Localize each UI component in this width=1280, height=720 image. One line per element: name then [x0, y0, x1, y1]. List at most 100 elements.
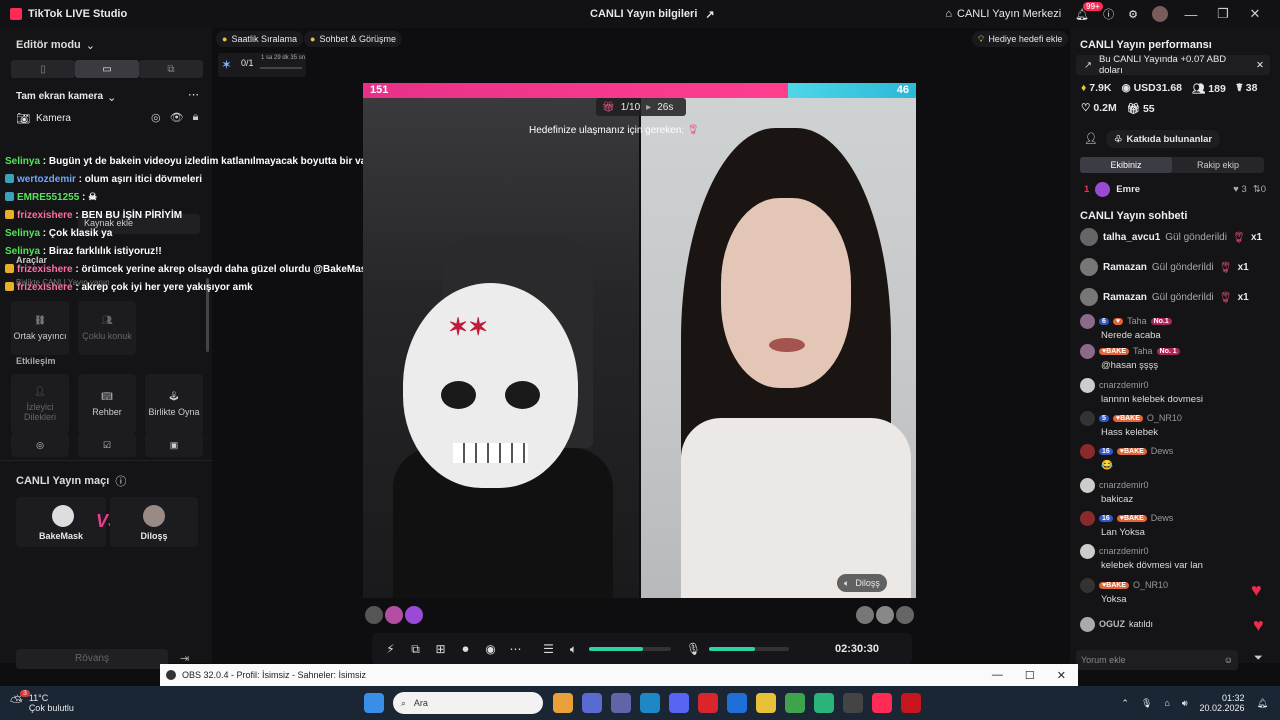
chat-message[interactable]: cnarzdemir0 kelebek dövmesi var lan: [1080, 543, 1270, 571]
chat-call-chip[interactable]: ● Sohbet & Görüşme: [304, 31, 402, 47]
gear-icon[interactable]: ⚙: [1128, 8, 1138, 21]
camera-switch-icon[interactable]: ◉: [478, 642, 503, 656]
supporter-avatar[interactable]: [896, 606, 914, 624]
portrait-mode-button[interactable]: ▯: [11, 60, 75, 78]
chat-message[interactable]: cnarzdemir0 bakicaz: [1080, 477, 1270, 505]
lock-icon[interactable]: 🔒︎: [193, 111, 199, 124]
more-icon[interactable]: ⋯: [503, 642, 528, 656]
notifications-button[interactable]: 🔔︎ 99+: [1075, 1, 1103, 21]
chrome-icon[interactable]: [552, 693, 573, 713]
screen-share-icon[interactable]: ⧉: [403, 642, 428, 657]
magic-wand-icon[interactable]: ⚡︎: [378, 642, 403, 656]
supporter-avatar[interactable]: [405, 606, 423, 624]
tool-item[interactable]: ☑: [78, 433, 136, 457]
opera-icon[interactable]: [697, 693, 718, 713]
chat-message[interactable]: OGUZ katıldı: [1080, 616, 1270, 632]
discord-icon[interactable]: [668, 693, 689, 713]
weather-widget[interactable]: ⛅︎ 3 11°C Çok bulutlu: [10, 690, 74, 713]
clock[interactable]: 01:32 20.02.2026: [1200, 693, 1245, 713]
profile-avatar[interactable]: [1152, 6, 1168, 22]
chevron-up-icon[interactable]: ⌃: [1121, 698, 1129, 709]
obs-minimize-button[interactable]: —: [992, 669, 1003, 682]
rematch-button[interactable]: Rövanş: [16, 649, 168, 669]
mail-icon[interactable]: [726, 693, 747, 713]
maximize-button[interactable]: ❐: [1214, 6, 1232, 22]
player2-card[interactable]: Diloşş: [110, 497, 198, 547]
tool-item[interactable]: ▣: [145, 433, 203, 457]
tool-item[interactable]: ◎: [11, 433, 69, 457]
supporter-avatar[interactable]: [385, 606, 403, 624]
close-icon[interactable]: ✕: [1256, 60, 1264, 71]
volume-slider[interactable]: [589, 647, 671, 651]
volume-icon[interactable]: 🔊︎: [1182, 698, 1188, 709]
filter-icon[interactable]: ⏷: [1254, 652, 1263, 665]
close-button[interactable]: ✕: [1246, 6, 1264, 22]
play-together-tool[interactable]: 🕹︎ Birlikte Oyna: [145, 374, 203, 434]
teams-icon[interactable]: [610, 693, 631, 713]
record-icon[interactable]: ⏺: [453, 642, 478, 657]
microphone-icon[interactable]: 🎙︎: [1141, 698, 1152, 709]
goal-progress-widget[interactable]: ✶ 0/1 1 sa 29 dk 35 sn: [218, 53, 306, 77]
settings-sliders-icon[interactable]: ☰: [536, 642, 561, 656]
live-center-button[interactable]: ⌂ CANLI Yayın Merkezi: [945, 8, 1061, 20]
target-icon[interactable]: ◎: [151, 111, 161, 124]
editor-mode-dropdown[interactable]: Editör modu ⌄: [16, 39, 95, 52]
obs-window-bar[interactable]: OBS 32.0.4 - Profil: İsimsiz - Sahneler:…: [160, 664, 1078, 686]
split-mode-button[interactable]: ⧉: [139, 60, 203, 78]
gift-goal-chip[interactable]: 💡︎ Hediye hedefi ekle: [972, 31, 1069, 47]
more-icon[interactable]: ⋯: [188, 88, 199, 101]
tiktok-icon[interactable]: [871, 693, 892, 713]
tab-your-team[interactable]: Ekibiniz: [1080, 157, 1172, 173]
app-icon[interactable]: [813, 693, 834, 713]
notifications-icon[interactable]: 🔔︎: [1257, 698, 1268, 709]
store-icon[interactable]: [581, 693, 602, 713]
folder-icon[interactable]: [755, 693, 776, 713]
windows-start-icon[interactable]: [363, 693, 384, 713]
chat-message[interactable]: 16 ♥BAKE Dews Lan Yoksa: [1080, 510, 1270, 538]
chat-message[interactable]: ♥BAKE O_NR10 Yoksa: [1080, 577, 1270, 605]
chat-message[interactable]: 5 ♥BAKE O_NR10 Hass kelebek: [1080, 410, 1270, 438]
microphone-icon[interactable]: 🎙︎: [681, 642, 706, 656]
help-icon[interactable]: ⓘ: [115, 473, 126, 489]
edge-icon[interactable]: [639, 693, 660, 713]
supporter-avatar[interactable]: [856, 606, 874, 624]
guide-tool[interactable]: 📖︎ Rehber: [78, 374, 136, 434]
chat-message[interactable]: 16 ♥BAKE Dews 😂: [1080, 443, 1270, 471]
speaker-icon[interactable]: 🔈︎: [561, 642, 586, 657]
eye-icon[interactable]: 👁︎: [170, 111, 184, 124]
obs-close-button[interactable]: ✕: [1057, 669, 1066, 682]
help-icon[interactable]: ⓘ: [1103, 6, 1114, 22]
emoji-icon[interactable]: ☺: [1224, 655, 1233, 665]
chrome-profile-icon[interactable]: [784, 693, 805, 713]
chat-message[interactable]: cnarzdemir0 lannnn kelebek dovmesi: [1080, 377, 1270, 405]
minimize-button[interactable]: —: [1182, 7, 1200, 22]
obs-maximize-button[interactable]: ☐: [1025, 669, 1035, 682]
supporter-avatar[interactable]: [876, 606, 894, 624]
network-icon[interactable]: ⌂: [1164, 698, 1169, 708]
scene-dropdown[interactable]: Tam ekran kamera ⌄: [16, 91, 116, 104]
multi-guest-tool[interactable]: 👥︎ Çoklu konuk: [78, 301, 136, 355]
guest-name-tag[interactable]: 🔈︎ Diloşş: [837, 574, 887, 592]
obs-icon[interactable]: [842, 693, 863, 713]
add-user-icon[interactable]: 👤︎: [1084, 132, 1098, 145]
chat-message[interactable]: 6 ♥ Taha No.1 Nerede acaba: [1080, 313, 1270, 341]
taskbar-search[interactable]: ⌕ Ara: [392, 692, 543, 714]
comment-input[interactable]: Yorum ekle ☺: [1076, 650, 1238, 670]
rank-hearts: 3: [1241, 184, 1247, 195]
tab-rival-team[interactable]: Rakip ekip: [1172, 157, 1264, 173]
cohost-tool[interactable]: ⛓ Ortak yayıncı: [11, 301, 69, 355]
camera-source[interactable]: 📷︎ Kamera: [16, 112, 71, 125]
stream-info-title[interactable]: CANLI Yayın bilgileri ↗: [590, 8, 715, 21]
contributors-button[interactable]: ♧ Katkıda bulunanlar: [1106, 130, 1221, 148]
player1-card[interactable]: BakeMask: [16, 497, 106, 547]
landscape-mode-button[interactable]: ▭: [75, 60, 139, 78]
add-scene-icon[interactable]: ⊞: [428, 642, 453, 656]
viewer-requests-tool[interactable]: 👤︎ İzleyici Dilekleri: [11, 374, 69, 434]
youtube-icon[interactable]: [900, 693, 921, 713]
mic-slider[interactable]: [709, 647, 789, 651]
share-icon[interactable]: ↗: [705, 8, 714, 21]
supporter-avatar[interactable]: [365, 606, 383, 624]
chat-message[interactable]: ♥BAKE Taha No. 1 @hasan şşşş: [1080, 343, 1270, 371]
hourly-ranking-chip[interactable]: ● Saatlik Sıralama: [216, 31, 303, 47]
leaderboard-row[interactable]: 1 Emre ♥ 3 ⇅0: [1084, 182, 1266, 197]
